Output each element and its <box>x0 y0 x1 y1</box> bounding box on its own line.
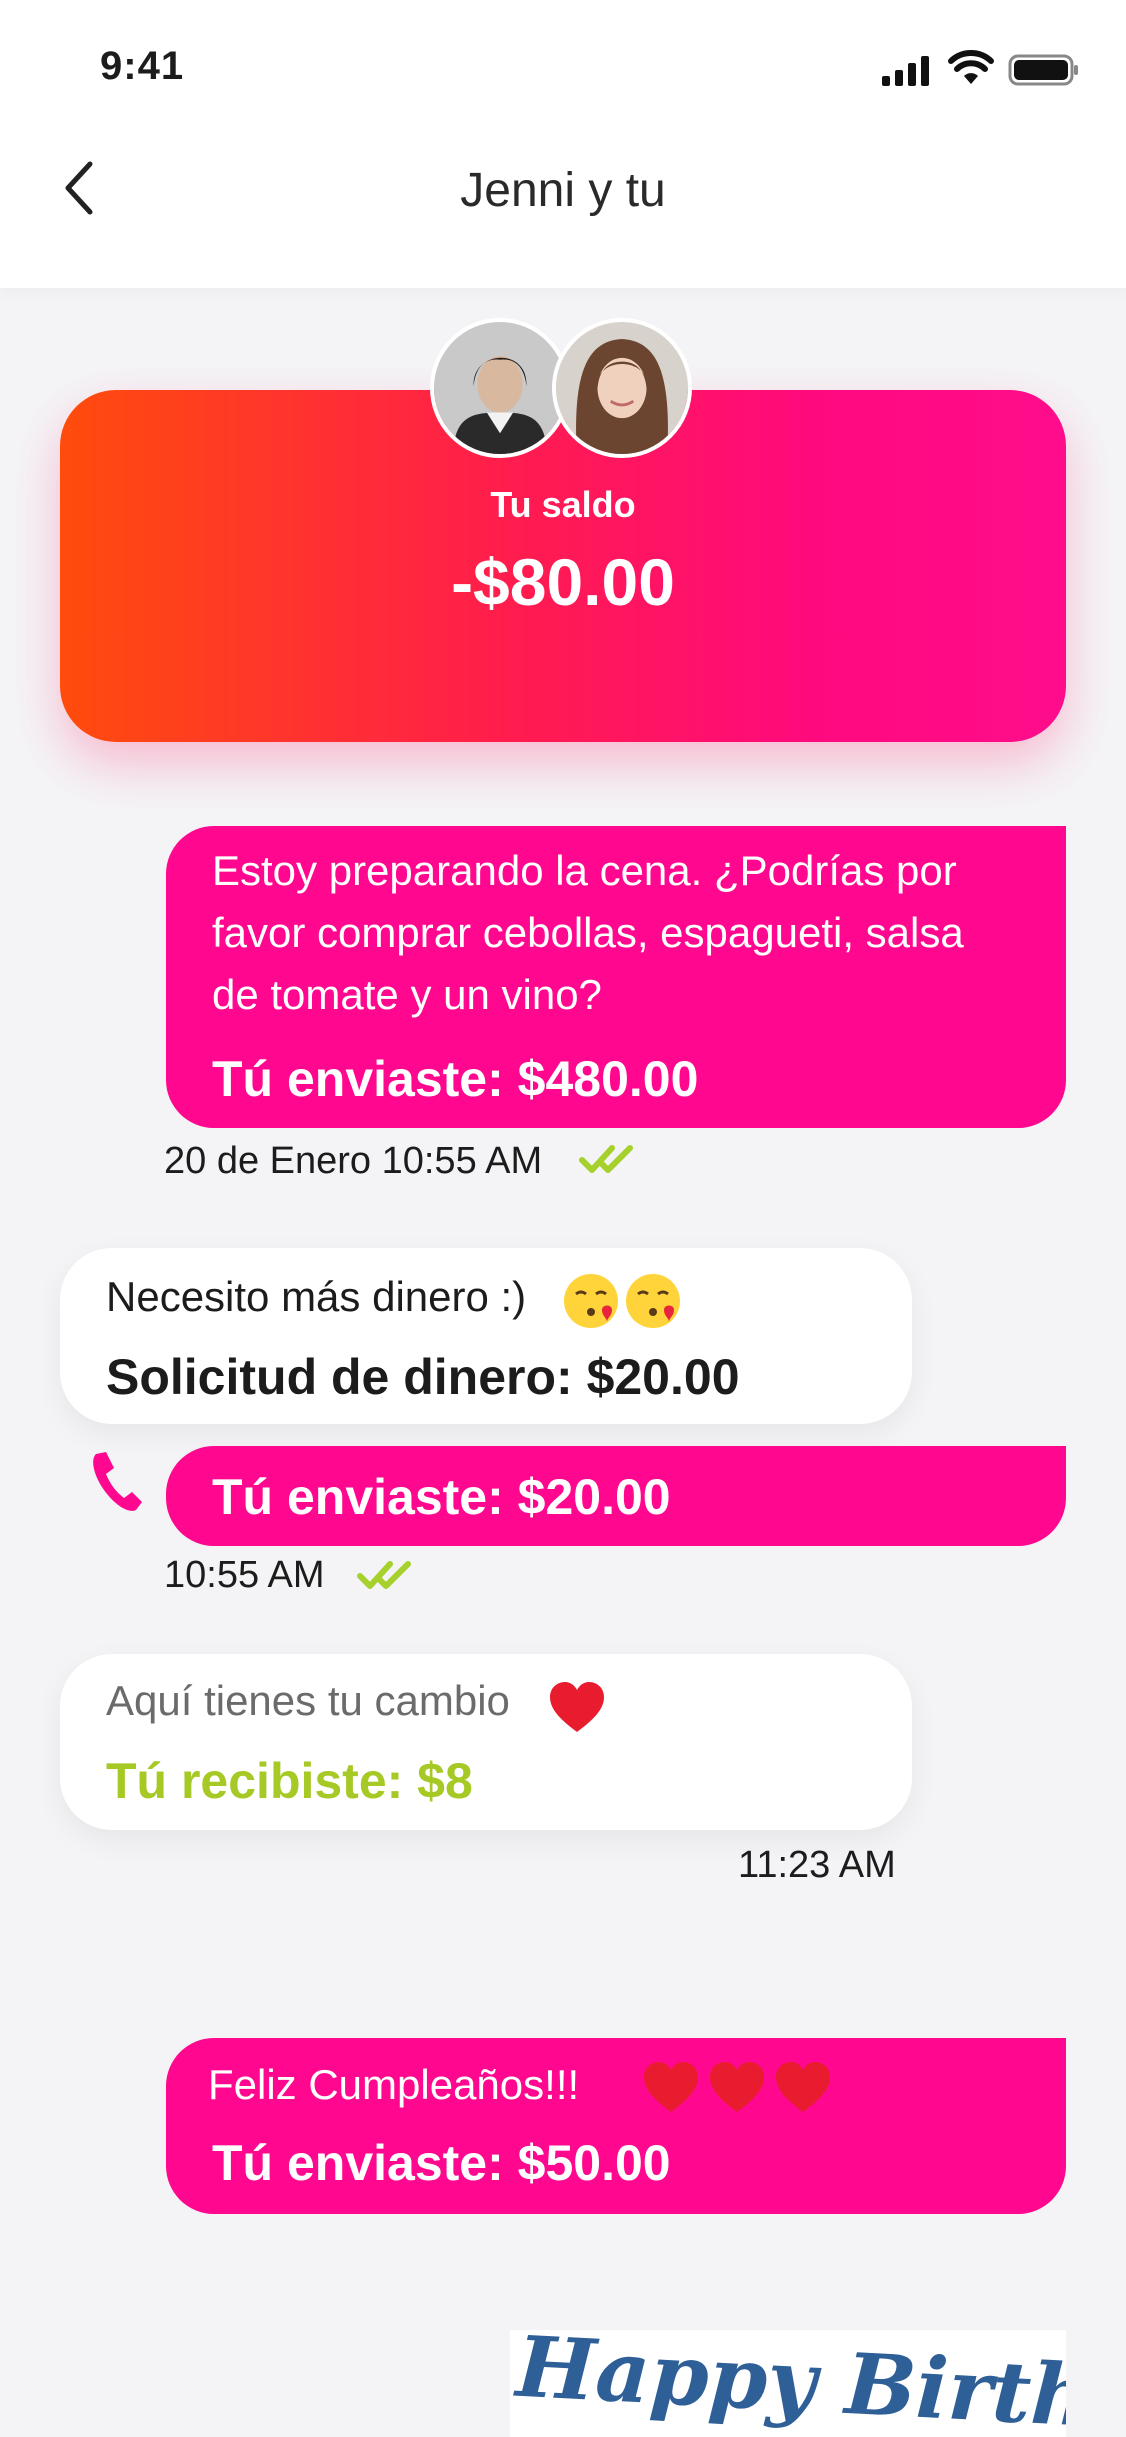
message-text: Feliz Cumpleaños!!! <box>208 2061 580 2108</box>
message-timestamp: 10:55 AM <box>164 1554 325 1596</box>
wifi-icon <box>948 50 994 84</box>
balance-amount: -$80.00 <box>451 545 675 619</box>
message-timestamp: 11:23 AM <box>738 1844 896 1886</box>
birthday-card-image[interactable]: Happy Birthday <box>510 2330 1066 2437</box>
heart-emoji-icon <box>644 2062 698 2112</box>
message-amount: Tú enviaste: $50.00 <box>212 2135 671 2191</box>
message-amount: Solicitud de dinero: $20.00 <box>106 1349 740 1405</box>
message-amount: Tú enviaste: $20.00 <box>212 1469 671 1525</box>
heart-emoji-icon <box>710 2062 764 2112</box>
battery-icon <box>1008 54 1078 86</box>
heart-emoji-icon <box>550 1682 604 1732</box>
message-timestamp: 20 de Enero 10:55 AM <box>164 1140 543 1182</box>
heart-emoji-icon <box>776 2062 830 2112</box>
balance-label: Tu saldo <box>490 484 636 525</box>
app-header: 9:41 Jenni y tu <box>0 0 1126 288</box>
birthday-card-text: Happy Birthday <box>513 2330 1066 2437</box>
avatar-user <box>430 318 570 458</box>
message-text: Aquí tienes tu cambio <box>106 1677 510 1724</box>
phone-icon <box>93 1452 142 1511</box>
message-text: Estoy preparando la cena. ¿Podrías por f… <box>212 847 964 1018</box>
message-text: Necesito más dinero :) <box>106 1273 527 1320</box>
message-amount: Tú recibiste: $8 <box>106 1753 473 1809</box>
avatar-jenni <box>552 318 692 458</box>
kiss-emoji-icon <box>626 1274 680 1328</box>
signal-icon <box>882 56 929 86</box>
page-title: Jenni y tu <box>460 164 666 217</box>
kiss-emoji-icon <box>564 1274 618 1328</box>
double-check-icon <box>357 1561 411 1589</box>
status-time: 9:41 <box>100 44 185 88</box>
message-amount: Tú enviaste: $480.00 <box>212 1051 699 1107</box>
double-check-icon <box>579 1145 633 1173</box>
